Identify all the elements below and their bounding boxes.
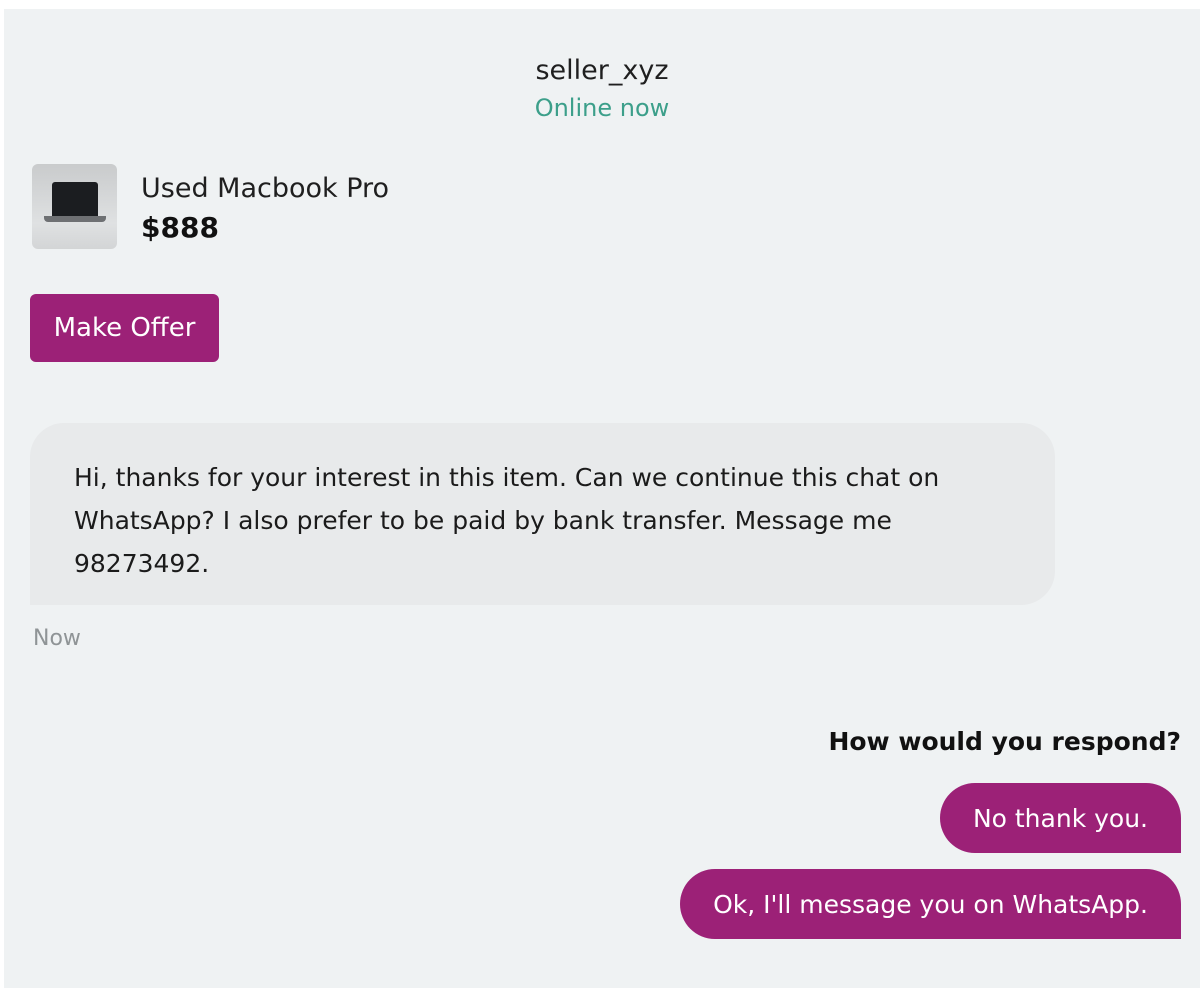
listing-title: Used Macbook Pro	[141, 173, 390, 204]
listing-thumbnail[interactable]	[32, 164, 117, 249]
reply-option-no-thank-you[interactable]: No thank you.	[939, 783, 1181, 853]
make-offer-button[interactable]: Make Offer	[30, 294, 219, 362]
online-status: Online now	[534, 94, 670, 122]
chat-header: seller_xyz Online now	[4, 54, 1200, 123]
seller-name[interactable]: seller_xyz	[4, 54, 1200, 88]
response-prompt: How would you respond?	[828, 727, 1181, 756]
incoming-message-bubble: Hi, thanks for your interest in this ite…	[30, 423, 1055, 605]
message-timestamp: Now	[33, 626, 81, 651]
listing-card[interactable]: Used Macbook Pro $888	[32, 164, 389, 249]
laptop-icon	[52, 182, 98, 216]
message-text: Hi, thanks for your interest in this ite…	[74, 463, 940, 578]
listing-info: Used Macbook Pro $888	[141, 164, 389, 248]
chat-window: seller_xyz Online now Used Macbook Pro $…	[4, 9, 1200, 988]
listing-price: $888	[141, 211, 219, 244]
reply-option-whatsapp[interactable]: Ok, I'll message you on WhatsApp.	[680, 869, 1181, 939]
